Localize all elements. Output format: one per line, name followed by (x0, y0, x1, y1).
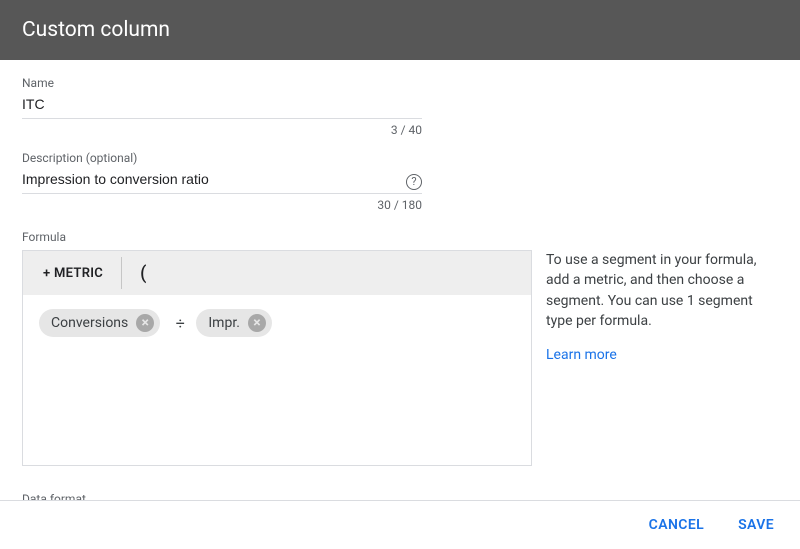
name-field-block: Name 3 / 40 (22, 76, 422, 137)
description-counter: 30 / 180 (22, 198, 422, 212)
cancel-button[interactable]: CANCEL (641, 511, 712, 539)
dialog-title: Custom column (22, 18, 170, 42)
save-button[interactable]: SAVE (730, 511, 782, 539)
name-field-label: Name (22, 76, 422, 90)
formula-box: + METRIC ( Conversions × ÷ Impr. × (22, 250, 532, 466)
formula-editor[interactable]: Conversions × ÷ Impr. × (23, 295, 531, 465)
description-field-label: Description (optional) (22, 151, 422, 165)
help-icon: ? (406, 174, 422, 190)
name-counter: 3 / 40 (22, 123, 422, 137)
metric-chip-impr[interactable]: Impr. × (196, 309, 272, 337)
dialog-footer: CANCEL SAVE (0, 500, 800, 549)
custom-column-dialog: Custom column Name 3 / 40 Description (o… (0, 0, 800, 549)
description-field-block: Description (optional) ? 30 / 180 (22, 151, 422, 212)
chip-label: Impr. (208, 315, 240, 331)
add-metric-button[interactable]: + METRIC (29, 251, 117, 295)
metric-chip-conversions[interactable]: Conversions × (39, 309, 160, 337)
name-input[interactable] (22, 92, 422, 119)
formula-help-panel: To use a segment in your formula, add a … (546, 250, 778, 365)
description-input[interactable] (22, 167, 422, 194)
chip-remove-icon[interactable]: × (136, 314, 154, 332)
chip-label: Conversions (51, 315, 128, 331)
formula-label: Formula (22, 230, 778, 244)
data-format-label: Data format (22, 492, 778, 500)
chip-remove-icon[interactable]: × (248, 314, 266, 332)
formula-toolbar: + METRIC ( (23, 251, 531, 295)
paren-open-button[interactable]: ( (126, 251, 160, 295)
formula-help-text: To use a segment in your formula, add a … (546, 250, 778, 331)
operator-token[interactable]: ÷ (176, 314, 185, 333)
dialog-titlebar: Custom column (0, 0, 800, 60)
toolbar-separator (121, 257, 122, 289)
learn-more-link[interactable]: Learn more (546, 345, 617, 365)
description-help-icon[interactable]: ? (406, 173, 422, 190)
formula-row: + METRIC ( Conversions × ÷ Impr. × (22, 250, 778, 466)
dialog-content: Name 3 / 40 Description (optional) ? 30 … (0, 60, 800, 500)
